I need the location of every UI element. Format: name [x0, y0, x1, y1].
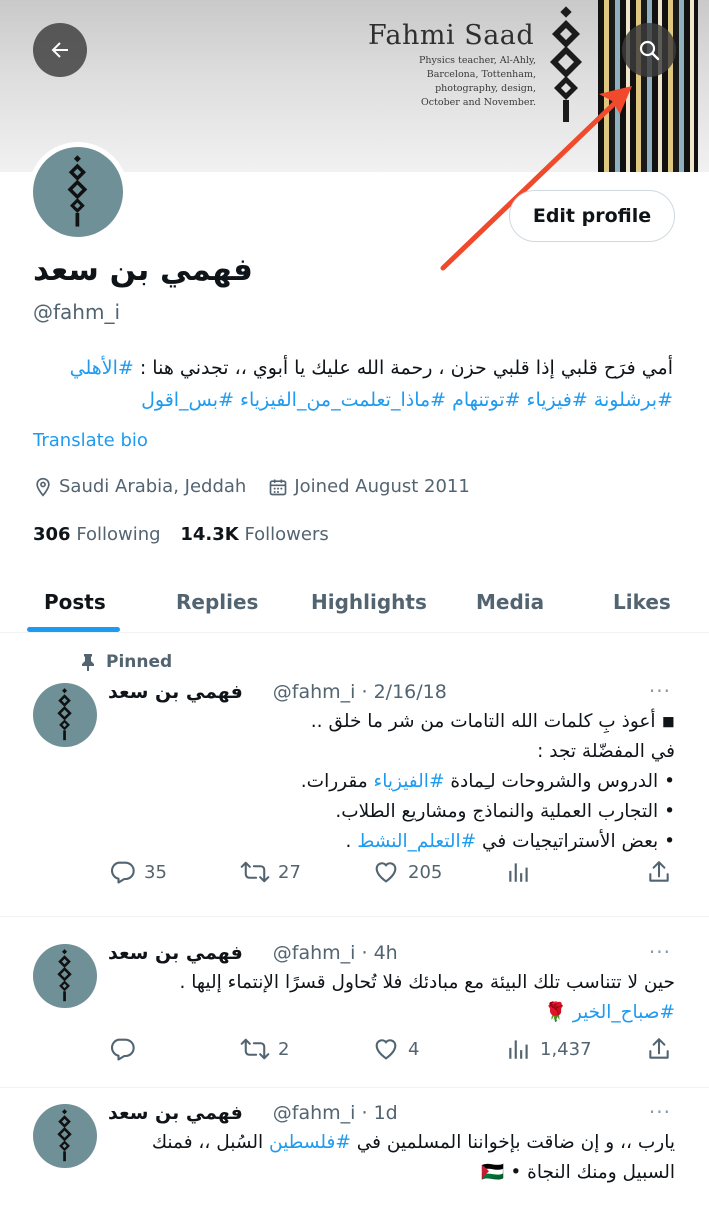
share-icon: [649, 861, 669, 882]
pinned-label: Pinned: [80, 652, 172, 672]
post-author-name[interactable]: فهمي بن سعد: [108, 942, 243, 964]
profile-joined: Joined August 2011: [294, 476, 470, 497]
views-button[interactable]: [506, 858, 532, 886]
post-line: • التجارب العملية والنماذج ومشاريع الطلا…: [335, 801, 675, 822]
translate-bio-link[interactable]: Translate bio: [33, 430, 148, 451]
more-options-button[interactable]: ···: [649, 679, 671, 703]
hashtag-link[interactable]: #فلسطين: [269, 1132, 351, 1153]
post-line: في المفضّلة تجد :: [537, 741, 675, 762]
calendar-icon: [270, 479, 287, 495]
views-icon: [509, 1040, 528, 1059]
post-header: فهمي بن سعد @fahm_i · 1d: [108, 1102, 669, 1124]
post-text: ◾ أعوذ بِ كلمات الله التامات من شر ما خل…: [108, 707, 675, 857]
like-count: 4: [408, 1038, 420, 1060]
post-line: • بعض الأستراتيجيات في #التعلم_النشط .: [345, 831, 675, 852]
follow-stats: 306 Following 14.3K Followers: [33, 524, 329, 545]
bio-hashtags[interactable]: #برشلونة #فيزياء #توتنهام #ماذا_تعلمت_من…: [33, 384, 673, 416]
tab-highlights[interactable]: Highlights: [311, 572, 427, 632]
post-avatar[interactable]: [33, 1104, 97, 1168]
repost-icon: [240, 861, 270, 883]
followers-count: 14.3K: [180, 524, 239, 545]
pin-icon: [82, 654, 94, 671]
post-author-name[interactable]: فهمي بن سعد: [108, 1102, 243, 1124]
post-line: #صباح_الخير 🌹: [543, 1002, 675, 1023]
post-text: يارب ،، و إن ضاقت بإخواننا المسلمين في #…: [108, 1128, 675, 1188]
location-pin-icon: [36, 477, 50, 497]
post-actions: 2 4 1,437: [108, 1035, 678, 1065]
post-avatar[interactable]: [33, 944, 97, 1008]
post[interactable]: فهمي بن سعد @fahm_i · 1d ··· يارب ،، و إ…: [0, 1088, 709, 1228]
following-link[interactable]: 306 Following: [33, 524, 161, 545]
bio-text: أمي فرَح قلبي إذا قلبي حزن ، رحمة الله ع…: [133, 357, 673, 379]
post-line: يارب ،، و إن ضاقت بإخواننا المسلمين في #…: [151, 1132, 675, 1153]
heart-icon: [375, 862, 397, 883]
hashtag-link[interactable]: #الفيزياء: [374, 771, 445, 792]
tab-media[interactable]: Media: [476, 572, 544, 632]
like-button[interactable]: 4: [372, 1035, 419, 1063]
following-label: Following: [76, 524, 161, 545]
post-meta[interactable]: @fahm_i · 4h: [273, 942, 398, 964]
repost-button[interactable]: 27: [240, 858, 301, 886]
profile-meta: Saudi Arabia, Jeddah Joined August 2011: [33, 476, 470, 497]
views-button[interactable]: 1,437: [506, 1035, 592, 1063]
active-tab-indicator: [27, 627, 120, 632]
post-line: السبيل ومنك النجاة • 🇵🇸: [481, 1162, 675, 1183]
hashtag-link[interactable]: #صباح_الخير: [573, 1002, 675, 1023]
share-button[interactable]: [646, 1035, 672, 1063]
more-options-button[interactable]: ···: [649, 1100, 671, 1124]
avatar-logo-icon: [67, 155, 88, 227]
bio-line: أمي فرَح قلبي إذا قلبي حزن ، رحمة الله ع…: [33, 352, 673, 384]
post[interactable]: Pinned فهمي بن سعد @fahm_i · 2/16/18 ···…: [0, 633, 709, 917]
tab-posts[interactable]: Posts: [44, 572, 106, 632]
post-meta[interactable]: @fahm_i · 1d: [273, 1102, 398, 1124]
following-count: 306: [33, 524, 71, 545]
repost-button[interactable]: 2: [240, 1035, 289, 1063]
repost-count: 27: [278, 861, 301, 883]
more-options-button[interactable]: ···: [649, 940, 671, 964]
post-line: • الدروس والشروحات لـِمادة #الفيزياء مقر…: [300, 771, 675, 792]
profile-avatar[interactable]: [28, 142, 128, 242]
reply-count: 35: [144, 861, 167, 883]
edit-profile-button[interactable]: Edit profile: [509, 190, 675, 242]
pinned-text: Pinned: [106, 652, 173, 672]
post-header: فهمي بن سعد @fahm_i · 2/16/18: [108, 681, 669, 703]
profile-tabs: Posts Replies Highlights Media Likes: [0, 572, 709, 633]
reply-button[interactable]: 35: [108, 858, 167, 886]
avatar-logo-icon: [57, 949, 72, 1002]
views-count: 1,437: [540, 1038, 592, 1060]
repost-icon: [240, 1038, 270, 1060]
post-meta[interactable]: @fahm_i · 2/16/18: [273, 681, 447, 703]
post-text: حين لا تتناسب تلك البيئة مع مبادئك فلا ت…: [108, 968, 675, 1028]
followers-label: Followers: [244, 524, 329, 545]
avatar-logo-icon: [57, 1109, 72, 1162]
heart-icon: [375, 1039, 397, 1060]
views-icon: [509, 863, 528, 882]
post-line: ◾ أعوذ بِ كلمات الله التامات من شر ما خل…: [310, 711, 675, 732]
repost-count: 2: [278, 1038, 290, 1060]
post-line: حين لا تتناسب تلك البيئة مع مبادئك فلا ت…: [179, 972, 675, 993]
tab-replies[interactable]: Replies: [176, 572, 258, 632]
profile-location: Saudi Arabia, Jeddah: [59, 476, 247, 497]
post[interactable]: فهمي بن سعد @fahm_i · 4h ··· حين لا تتنا…: [0, 917, 709, 1088]
reply-button[interactable]: [108, 1035, 144, 1063]
reply-icon: [110, 861, 135, 884]
avatar: [33, 147, 123, 237]
post-actions: 35 27 205: [108, 858, 678, 888]
profile-display-name: فهمي بن سعد: [33, 252, 253, 288]
followers-link[interactable]: 14.3K Followers: [180, 524, 328, 545]
post-avatar[interactable]: [33, 683, 97, 747]
post-author-name[interactable]: فهمي بن سعد: [108, 681, 243, 703]
profile-bio: أمي فرَح قلبي إذا قلبي حزن ، رحمة الله ع…: [33, 352, 673, 416]
share-icon: [649, 1038, 669, 1059]
share-button[interactable]: [646, 858, 672, 886]
tab-likes[interactable]: Likes: [613, 572, 671, 632]
avatar-logo-icon: [57, 688, 72, 741]
post-header: فهمي بن سعد @fahm_i · 4h: [108, 942, 669, 964]
reply-icon: [110, 1038, 135, 1061]
hashtag-link[interactable]: #التعلم_النشط: [357, 831, 476, 852]
like-count: 205: [408, 861, 443, 883]
hashtag-link[interactable]: #الأهلي: [70, 357, 134, 379]
like-button[interactable]: 205: [372, 858, 442, 886]
profile-handle: @fahm_i: [33, 300, 121, 324]
